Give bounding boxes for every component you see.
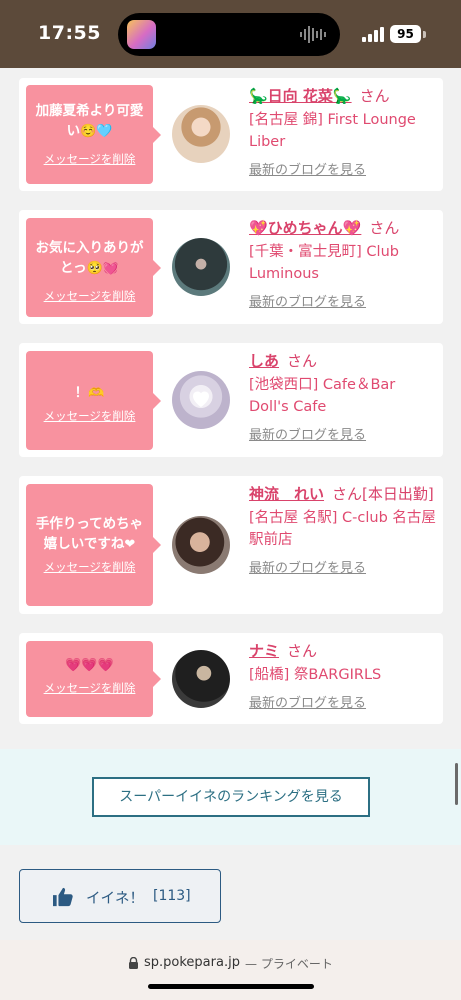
delete-message-link[interactable]: メッセージを削除 [44, 408, 136, 424]
shop-name: [池袋西口] Cafe＆Bar Doll's Cafe [249, 377, 396, 415]
heart-icon [193, 391, 209, 407]
avatar[interactable] [172, 105, 230, 163]
ranking-section: スーパーイイネのランキングを見る [0, 749, 461, 845]
now-playing-app-icon [127, 20, 156, 49]
status-bar: 17:55 95 [0, 0, 461, 68]
latest-blog-link[interactable]: 最新のブログを見る [249, 162, 439, 180]
url-text: sp.pokepara.jp [144, 955, 240, 970]
home-indicator[interactable] [148, 984, 314, 989]
audio-waveform-icon [300, 26, 326, 43]
cast-info: しあ さん [池袋西口] Cafe＆Bar Doll's Cafe 最新のブログを… [249, 350, 439, 445]
avatar[interactable] [172, 238, 230, 296]
cast-name-link[interactable]: 神流 れい [249, 485, 324, 503]
message-emoji: ❤ [124, 537, 136, 552]
dynamic-island [118, 13, 340, 56]
cast-name-link[interactable]: 💖ひめちゃん💖 [249, 219, 361, 237]
cast-info: 🦕日向 花菜🦕 さん [名古屋 錦] First Lounge Liber 最新の… [249, 85, 439, 180]
thumbs-up-icon [53, 887, 73, 907]
message-bubble: お気に入りありがとっ🥺💓 メッセージを削除 [26, 218, 161, 317]
message-emoji: 💗💗💗 [65, 658, 114, 673]
latest-blog-link[interactable]: 最新のブログを見る [249, 427, 439, 445]
message-card: お気に入りありがとっ🥺💓 メッセージを削除 💖ひめちゃん💖 さん [千葉・富士見町… [19, 210, 443, 324]
message-emoji: 🥺💓 [86, 261, 119, 276]
message-bubble: 💗💗💗 メッセージを削除 [26, 641, 161, 717]
iine-count: [113] [153, 888, 191, 904]
message-card: ！🫶 メッセージを削除 しあ さん [池袋西口] Cafe＆Bar Doll's … [19, 343, 443, 457]
message-emoji: ☺️🩵 [80, 124, 113, 139]
delete-message-link[interactable]: メッセージを削除 [44, 151, 136, 167]
private-mode-label: — プライベート [245, 957, 333, 971]
shop-name: [千葉・富士見町] Club Luminous [249, 244, 399, 282]
honorific: さん [369, 219, 400, 237]
message-emoji: 🫶 [88, 386, 105, 401]
avatar[interactable] [172, 371, 230, 429]
cast-name-link[interactable]: ナミ [249, 642, 279, 660]
cast-info: 神流 れい さん[本日出勤] [名古屋 名駅] C-club 名古屋駅前店 最新の… [249, 483, 439, 578]
cast-name-link[interactable]: しあ [249, 352, 279, 370]
shop-name: [船橋] 祭BARGIRLS [249, 667, 382, 683]
battery-tip [423, 31, 426, 38]
message-bubble: ！🫶 メッセージを削除 [26, 351, 161, 450]
battery-icon: 95 [390, 25, 421, 43]
delete-message-link[interactable]: メッセージを削除 [44, 559, 136, 575]
cast-info: ナミ さん [船橋] 祭BARGIRLS 最新のブログを見る [249, 640, 439, 713]
message-bubble: 手作りってめちゃ嬉しいですね❤ メッセージを削除 [26, 484, 161, 606]
latest-blog-link[interactable]: 最新のブログを見る [249, 294, 439, 312]
avatar[interactable] [172, 516, 230, 574]
honorific: さん[本日出勤] [332, 485, 434, 503]
message-text: ！ [74, 385, 89, 401]
clock: 17:55 [38, 22, 101, 44]
scrollbar[interactable] [455, 763, 458, 805]
iine-label: イイネ！ [86, 891, 144, 907]
lock-icon [129, 957, 138, 969]
shop-name: [名古屋 錦] First Lounge Liber [249, 112, 416, 150]
honorific: さん [287, 352, 318, 370]
latest-blog-link[interactable]: 最新のブログを見る [249, 695, 439, 713]
delete-message-link[interactable]: メッセージを削除 [44, 288, 136, 304]
cast-name-link[interactable]: 🦕日向 花菜🦕 [249, 87, 352, 105]
message-card: 💗💗💗 メッセージを削除 ナミ さん [船橋] 祭BARGIRLS 最新のブログを… [19, 633, 443, 724]
message-card: 加藤夏希より可愛い☺️🩵 メッセージを削除 🦕日向 花菜🦕 さん [名古屋 錦] … [19, 78, 443, 191]
shop-name: [名古屋 名駅] C-club 名古屋駅前店 [249, 510, 436, 548]
delete-message-link[interactable]: メッセージを削除 [44, 680, 136, 696]
honorific: さん [359, 87, 390, 105]
message-card: 手作りってめちゃ嬉しいですね❤ メッセージを削除 神流 れい さん[本日出勤] [… [19, 476, 443, 614]
message-bubble: 加藤夏希より可愛い☺️🩵 メッセージを削除 [26, 85, 161, 184]
iine-button[interactable]: イイネ！ [113] [19, 869, 221, 923]
cast-info: 💖ひめちゃん💖 さん [千葉・富士見町] Club Luminous 最新のブログ… [249, 217, 439, 312]
browser-url-bar[interactable]: sp.pokepara.jp — プライベート [0, 940, 461, 1000]
latest-blog-link[interactable]: 最新のブログを見る [249, 560, 439, 578]
super-iine-ranking-button[interactable]: スーパーイイネのランキングを見る [92, 777, 370, 817]
honorific: さん [287, 642, 318, 660]
cellular-signal-icon [362, 27, 384, 42]
avatar[interactable] [172, 650, 230, 708]
